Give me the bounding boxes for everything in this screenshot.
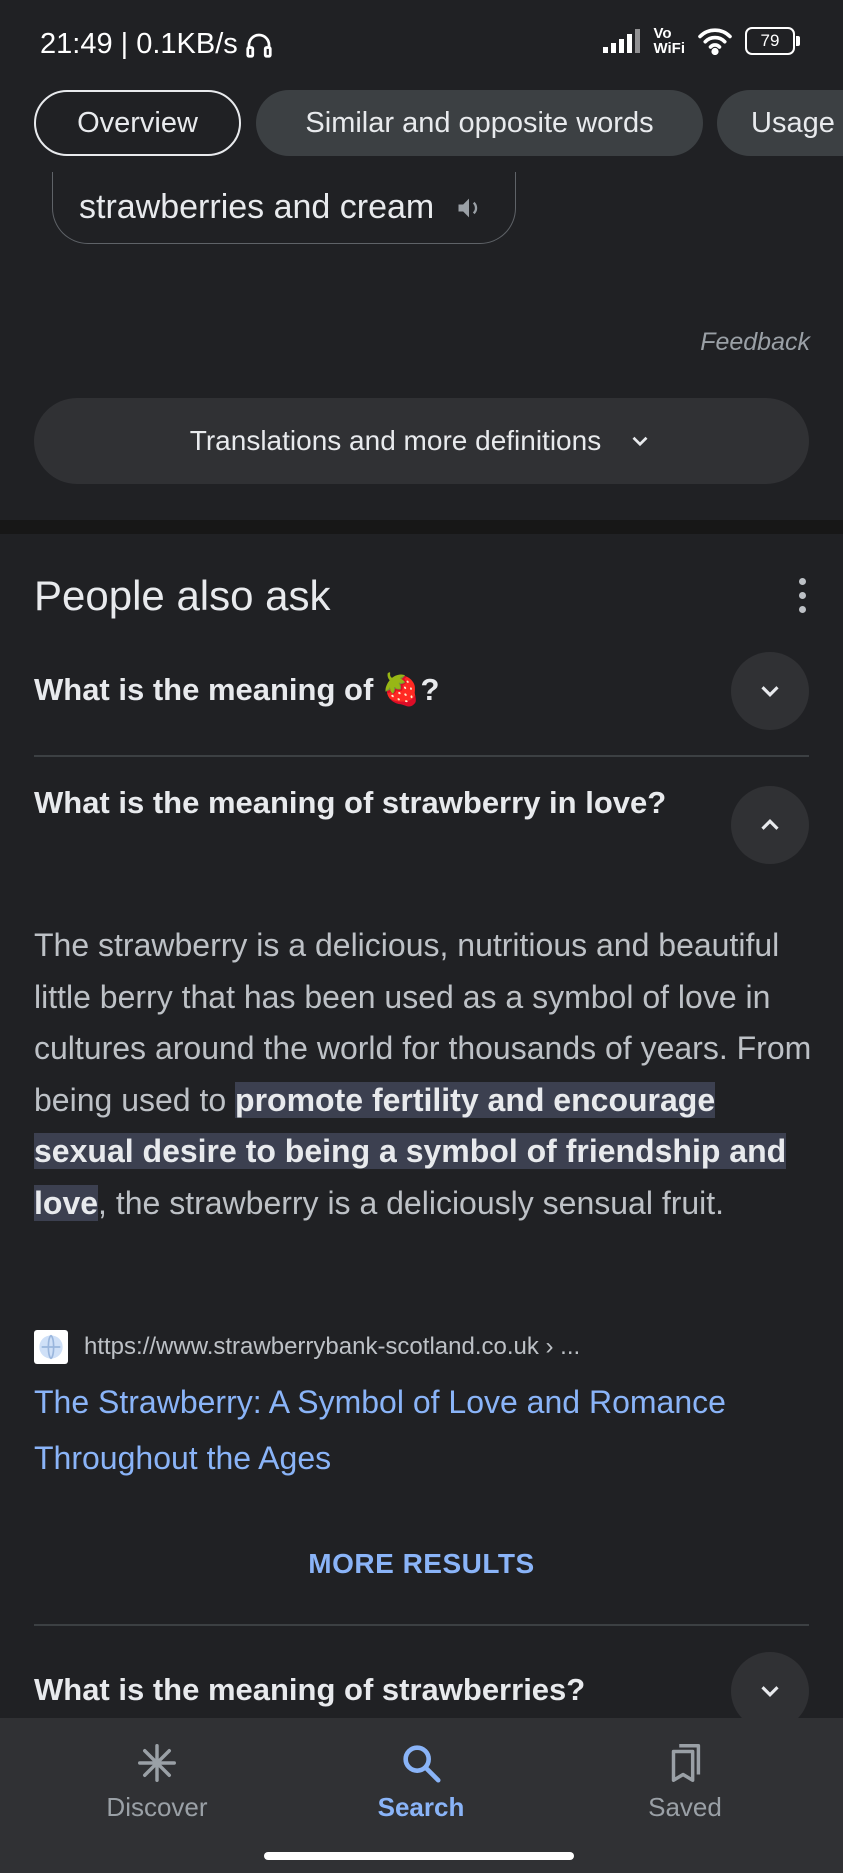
chip-similar-opposite[interactable]: Similar and opposite words — [256, 90, 703, 156]
nav-discover[interactable]: Discover — [57, 1740, 257, 1823]
status-time-speed: 21:49 | 0.1KB/s — [40, 28, 238, 60]
home-indicator[interactable] — [264, 1852, 574, 1860]
answer-after: , the strawberry is a deliciously sensua… — [98, 1184, 725, 1221]
answer-text: The strawberry is a delicious, nutritiou… — [34, 920, 814, 1229]
question-1[interactable]: What is the meaning of 🍓? — [34, 669, 439, 711]
nav-discover-label: Discover — [106, 1792, 208, 1822]
feedback-link[interactable]: Feedback — [700, 328, 810, 357]
more-results-button[interactable]: MORE RESULTS — [0, 1548, 843, 1580]
source-row[interactable]: https://www.strawberrybank-scotland.co.u… — [34, 1330, 580, 1364]
chip-overview[interactable]: Overview — [34, 90, 241, 156]
divider — [34, 1624, 809, 1626]
globe-icon — [34, 1330, 68, 1364]
asterisk-icon — [138, 1744, 176, 1782]
headphones-icon — [246, 33, 272, 58]
collapse-button[interactable] — [731, 786, 809, 864]
tab-chips: Overview Similar and opposite words Usag… — [0, 90, 843, 176]
question-3[interactable]: What is the meaning of strawberries? — [34, 1669, 585, 1711]
section-divider — [0, 520, 843, 534]
status-icons: Vo WiFi 79 — [603, 25, 800, 57]
battery-level: 79 — [760, 31, 780, 50]
nav-search-label: Search — [377, 1792, 465, 1822]
divider — [34, 755, 809, 757]
bottom-nav: Discover Search Saved — [0, 1718, 843, 1873]
chevron-down-icon — [632, 436, 648, 447]
nav-saved[interactable]: Saved — [585, 1740, 785, 1823]
question-2[interactable]: What is the meaning of strawberry in lov… — [34, 782, 674, 824]
translations-button[interactable]: Translations and more definitions — [34, 398, 809, 484]
speaker-icon[interactable] — [454, 194, 484, 222]
vowifi-label: Vo WiFi — [653, 25, 685, 57]
wifi-icon — [698, 28, 732, 55]
bookmarks-icon — [671, 1744, 701, 1782]
people-also-ask-title: People also ask — [34, 572, 331, 619]
chevron-up-icon — [761, 819, 779, 830]
translations-label: Translations and more definitions — [189, 425, 602, 456]
signal-icon — [603, 29, 641, 53]
phrase-text: strawberries and cream — [79, 188, 435, 226]
nav-saved-label: Saved — [648, 1792, 722, 1822]
chip-usage[interactable]: Usage — [717, 90, 843, 156]
status-bar: 21:49 | 0.1KB/s Vo WiFi 79 — [0, 0, 843, 90]
search-icon — [403, 1745, 441, 1783]
battery-icon: 79 — [745, 27, 800, 55]
chevron-down-icon — [761, 686, 779, 697]
chevron-down-icon — [761, 1686, 779, 1697]
phrase-pill[interactable]: strawberries and cream — [52, 172, 516, 244]
result-link[interactable]: The Strawberry: A Symbol of Love and Rom… — [34, 1374, 814, 1486]
expand-button[interactable] — [731, 652, 809, 730]
source-url: https://www.strawberrybank-scotland.co.u… — [84, 1333, 581, 1360]
more-options-icon[interactable] — [799, 578, 807, 613]
status-time: 21:49 | 0.1KB/s — [40, 28, 274, 61]
nav-search[interactable]: Search — [321, 1740, 521, 1823]
